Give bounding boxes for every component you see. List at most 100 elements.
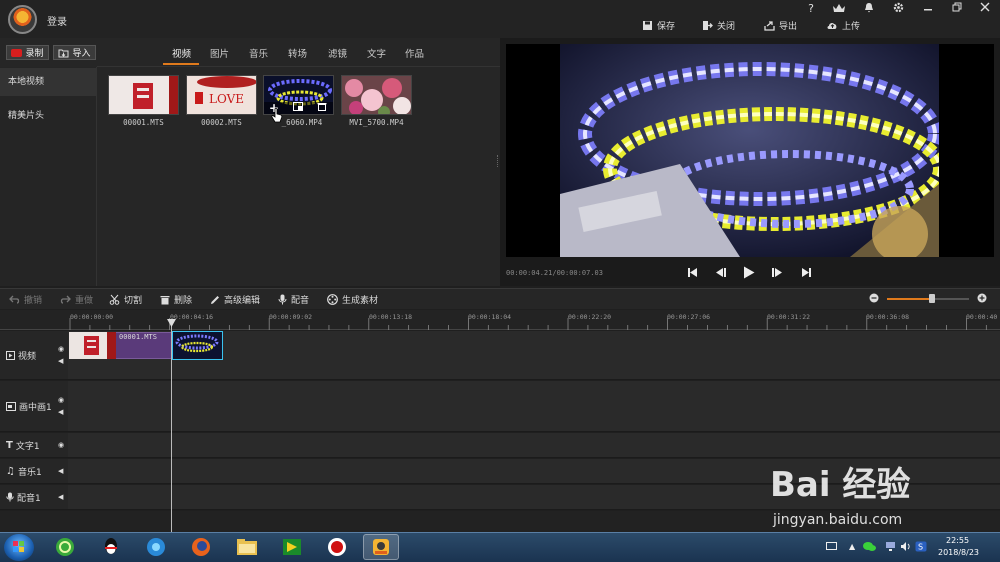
- playback-timecode: 00:00:04.21/00:00:07.03: [506, 269, 603, 277]
- tab-music[interactable]: 音乐: [249, 46, 268, 60]
- app-window: 登录 ? 保存 关闭 导出 上传 录制 导入 视频 图片 音乐 转场 滤镜 文字…: [0, 0, 1000, 562]
- ruler-tick-label: 00:00:27:06: [667, 313, 711, 321]
- close-project-button[interactable]: 关闭: [702, 19, 735, 32]
- tab-transition[interactable]: 转场: [288, 46, 307, 60]
- pip-icon[interactable]: [293, 102, 303, 114]
- skip-to-end-icon[interactable]: [798, 264, 814, 280]
- pencil-icon: [211, 295, 219, 304]
- preview-video-frame: [560, 44, 939, 257]
- eye-icon[interactable]: ◉: [58, 396, 64, 404]
- generate-material-button[interactable]: 生成素材: [327, 293, 378, 306]
- minimize-icon[interactable]: [920, 2, 936, 16]
- app-logo-avatar[interactable]: [8, 5, 37, 34]
- delete-button[interactable]: 删除: [160, 293, 192, 306]
- tray-network-icon[interactable]: [885, 541, 896, 555]
- media-thumbnail[interactable]: [108, 75, 179, 115]
- zoom-in-icon[interactable]: [977, 293, 987, 306]
- undo-button[interactable]: 撤销: [9, 293, 42, 306]
- play-icon[interactable]: [741, 264, 757, 280]
- tray-ime-icon[interactable]: S: [915, 541, 927, 555]
- export-icon: [764, 21, 775, 31]
- tray-volume-icon[interactable]: [900, 541, 911, 555]
- tab-filter[interactable]: 滤镜: [328, 46, 347, 60]
- speaker-icon[interactable]: ◀: [58, 357, 63, 365]
- import-button[interactable]: 导入: [53, 45, 96, 60]
- next-frame-icon[interactable]: [769, 264, 785, 280]
- bell-icon[interactable]: [861, 2, 877, 16]
- record-label: 录制: [25, 49, 44, 59]
- import-label: 导入: [72, 49, 91, 59]
- taskbar-clock-time[interactable]: 22:55: [946, 536, 969, 545]
- media-thumbnail[interactable]: LOVE: [186, 75, 257, 115]
- gear-icon[interactable]: [890, 2, 906, 16]
- undo-label: 撤销: [24, 296, 43, 306]
- taskbar-clock-date[interactable]: 2018/8/23: [938, 548, 979, 557]
- video-clip-selected[interactable]: [172, 331, 223, 360]
- taskbar-app-explorer-icon[interactable]: [229, 534, 265, 560]
- active-tab-indicator: [163, 63, 199, 65]
- text-track-lane[interactable]: [68, 433, 1000, 458]
- tab-pictures[interactable]: 图片: [210, 46, 229, 60]
- login-link[interactable]: 登录: [47, 13, 67, 28]
- redo-button[interactable]: 重做: [60, 293, 93, 306]
- taskbar-app-qq-icon[interactable]: [93, 534, 129, 560]
- sidebar-item-local-video[interactable]: 本地视频: [0, 68, 97, 96]
- export-button[interactable]: 导出: [764, 19, 797, 32]
- edit-toolbar: [0, 288, 1000, 309]
- previous-frame-icon[interactable]: [712, 264, 728, 280]
- speaker-icon[interactable]: ◀: [58, 493, 63, 501]
- ruler-tick-label: 00:00:31:22: [767, 313, 811, 321]
- close-project-label: 关闭: [717, 22, 736, 32]
- eye-icon[interactable]: ◉: [58, 441, 64, 449]
- media-thumbnail[interactable]: [341, 75, 412, 115]
- vip-crown-icon[interactable]: [831, 2, 847, 16]
- undo-icon: [9, 295, 20, 304]
- film-reel-icon: [327, 294, 338, 305]
- zoom-slider-fill: [887, 298, 932, 300]
- media-filename: 00002.MTS: [201, 118, 242, 127]
- library-sidebar: [0, 67, 97, 286]
- taskbar-app-recorder-icon[interactable]: [319, 534, 355, 560]
- tray-keyboard-icon[interactable]: [826, 542, 837, 553]
- help-icon[interactable]: ?: [803, 2, 819, 16]
- skip-to-start-icon[interactable]: [684, 264, 700, 280]
- eye-icon[interactable]: ◉: [58, 345, 64, 353]
- taskbar-app-media-center-icon[interactable]: [138, 534, 174, 560]
- cut-button[interactable]: 切割: [109, 293, 142, 306]
- tray-wechat-icon[interactable]: [863, 541, 876, 555]
- ruler-tick-label: 00:00:40: [966, 313, 998, 321]
- tab-works[interactable]: 作品: [405, 46, 424, 60]
- taskbar-app-360-browser-icon[interactable]: [47, 534, 83, 560]
- track-header-pip[interactable]: 画中画1: [0, 381, 68, 432]
- tray-expand-icon[interactable]: ▲: [849, 542, 855, 551]
- restore-icon[interactable]: [949, 2, 965, 16]
- save-icon: [643, 21, 652, 30]
- ruler-tick-label: 00:00:36:08: [866, 313, 910, 321]
- tab-text[interactable]: 文字: [367, 46, 386, 60]
- close-window-icon[interactable]: [977, 2, 993, 16]
- zoom-slider-handle[interactable]: [929, 294, 935, 303]
- tab-video[interactable]: 视频: [172, 46, 191, 60]
- sidebar-item-intro[interactable]: 精美片头: [0, 102, 97, 130]
- speaker-icon[interactable]: ◀: [58, 408, 63, 416]
- advanced-edit-button[interactable]: 高级编辑: [210, 293, 260, 306]
- track-header-video[interactable]: 视频: [0, 331, 68, 380]
- taskbar-app-video-editor-icon[interactable]: [274, 534, 310, 560]
- playhead-line[interactable]: [171, 320, 172, 532]
- pip-track-lane[interactable]: [68, 381, 1000, 432]
- taskbar-app-firefox-icon[interactable]: [183, 534, 219, 560]
- record-button[interactable]: 录制: [6, 45, 49, 60]
- clip-thumbnail: [69, 332, 116, 359]
- trash-icon[interactable]: [317, 102, 327, 114]
- track-label-text: 文字1: [15, 441, 40, 452]
- speaker-icon[interactable]: ◀: [58, 467, 63, 475]
- trash-icon: [160, 295, 170, 304]
- taskbar-app-current-editor-icon[interactable]: [363, 534, 399, 560]
- zoom-out-icon[interactable]: [869, 293, 879, 306]
- track-label-pip: 画中画1: [19, 402, 52, 413]
- upload-button[interactable]: 上传: [827, 19, 860, 32]
- save-button[interactable]: 保存: [642, 19, 675, 32]
- generate-material-label: 生成素材: [342, 296, 379, 306]
- dub-button[interactable]: 配音: [278, 293, 309, 306]
- start-button[interactable]: [4, 534, 34, 561]
